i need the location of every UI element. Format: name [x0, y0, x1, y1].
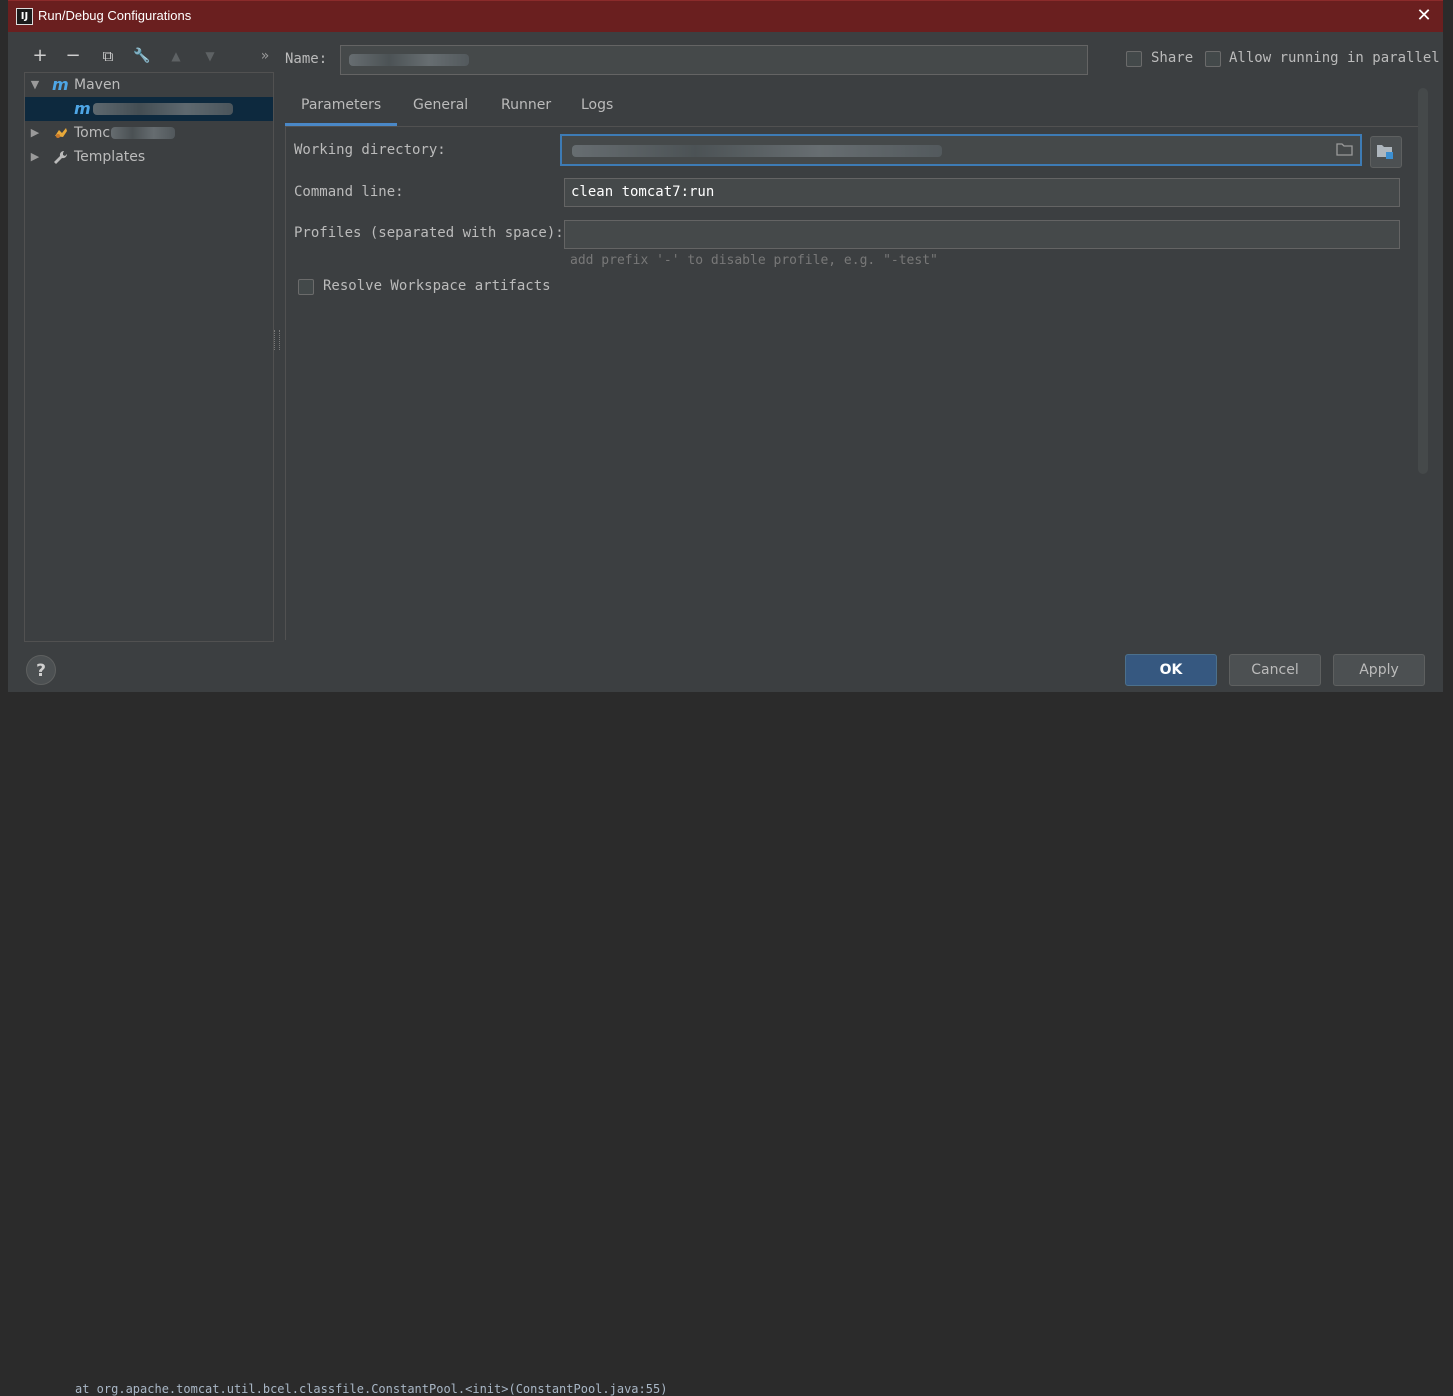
tab-runner[interactable]: Runner — [501, 95, 551, 125]
collapse-arrow-icon[interactable]: ▶ — [29, 145, 41, 169]
tree-item-label: Tomc — [74, 125, 111, 141]
parallel-label: Allow running in parallel — [1229, 50, 1440, 66]
intellij-icon: IJ — [16, 8, 33, 25]
redacted-name — [349, 54, 469, 66]
collapse-arrow-icon[interactable]: ▶ — [29, 121, 41, 145]
redacted-config-name — [93, 103, 233, 115]
tab-general[interactable]: General — [413, 95, 468, 125]
close-button[interactable]: ✕ — [1413, 5, 1435, 27]
configuration-tree[interactable]: ▼ m Maven m ▶ Tomc ▶ Templates — [24, 72, 274, 642]
cancel-button[interactable]: Cancel — [1229, 654, 1321, 686]
browse-module-button[interactable] — [1370, 136, 1402, 168]
name-input[interactable] — [340, 45, 1088, 75]
title-bar: IJ Run/Debug Configurations ✕ — [8, 0, 1443, 32]
working-directory-label: Working directory: — [294, 142, 446, 158]
background-console: at org.apache.tomcat.util.bcel.classfile… — [0, 690, 1453, 1396]
tree-item-maven[interactable]: ▼ m Maven — [25, 73, 273, 97]
background-ide-right — [1443, 30, 1453, 707]
share-label: Share — [1151, 50, 1194, 66]
redacted-config-name — [111, 127, 175, 139]
resolve-workspace-checkbox[interactable] — [298, 279, 314, 295]
maven-icon: m — [52, 75, 69, 94]
share-checkbox[interactable] — [1126, 51, 1142, 67]
tree-item-maven-config[interactable]: m — [25, 97, 273, 121]
move-down-button[interactable]: ▼ — [199, 45, 221, 67]
window-title: Run/Debug Configurations — [38, 8, 192, 23]
tree-item-tomcat[interactable]: ▶ Tomc — [25, 121, 273, 145]
wrench-icon — [54, 150, 68, 164]
profiles-input[interactable] — [564, 220, 1400, 249]
run-debug-dialog: IJ Run/Debug Configurations ✕ + − ⧉ 🔧 ▲ … — [8, 0, 1443, 692]
command-line-input[interactable]: clean tomcat7:run — [564, 178, 1400, 207]
folder-icon[interactable] — [1336, 142, 1354, 156]
expand-arrow-icon[interactable]: ▼ — [29, 73, 41, 97]
copy-configuration-button[interactable]: ⧉ — [97, 45, 119, 67]
edit-defaults-button[interactable]: 🔧 — [131, 45, 153, 67]
background-ide-left — [0, 0, 8, 707]
working-directory-input[interactable] — [560, 134, 1362, 166]
profiles-label: Profiles (separated with space): — [294, 225, 564, 241]
tab-parameters[interactable]: Parameters — [301, 95, 381, 125]
vertical-scrollbar[interactable] — [1418, 88, 1428, 474]
maven-icon: m — [74, 99, 91, 118]
remove-configuration-button[interactable]: − — [62, 45, 84, 67]
name-label: Name: — [285, 51, 328, 67]
panel-divider — [285, 126, 286, 640]
parallel-checkbox[interactable] — [1205, 51, 1221, 67]
profiles-hint: add prefix '-' to disable profile, e.g. … — [570, 253, 938, 268]
resolve-workspace-label: Resolve Workspace artifacts — [323, 278, 551, 294]
tree-item-label: Templates — [74, 149, 146, 165]
tree-item-templates[interactable]: ▶ Templates — [25, 145, 273, 169]
redacted-path — [572, 145, 942, 157]
help-button[interactable]: ? — [26, 655, 56, 685]
tab-separator — [285, 126, 1418, 127]
command-line-label: Command line: — [294, 184, 404, 200]
tab-logs[interactable]: Logs — [581, 95, 613, 125]
ok-button[interactable]: OK — [1125, 654, 1217, 686]
panel-splitter[interactable] — [274, 330, 280, 350]
add-configuration-button[interactable]: + — [29, 45, 51, 67]
more-actions-button[interactable]: » — [254, 45, 276, 67]
module-folder-icon — [1377, 145, 1393, 159]
tree-item-label: Maven — [74, 77, 121, 93]
move-up-button[interactable]: ▲ — [165, 45, 187, 67]
tomcat-icon — [55, 128, 67, 138]
apply-button[interactable]: Apply — [1333, 654, 1425, 686]
console-line: at org.apache.tomcat.util.bcel.classfile… — [75, 1382, 668, 1396]
